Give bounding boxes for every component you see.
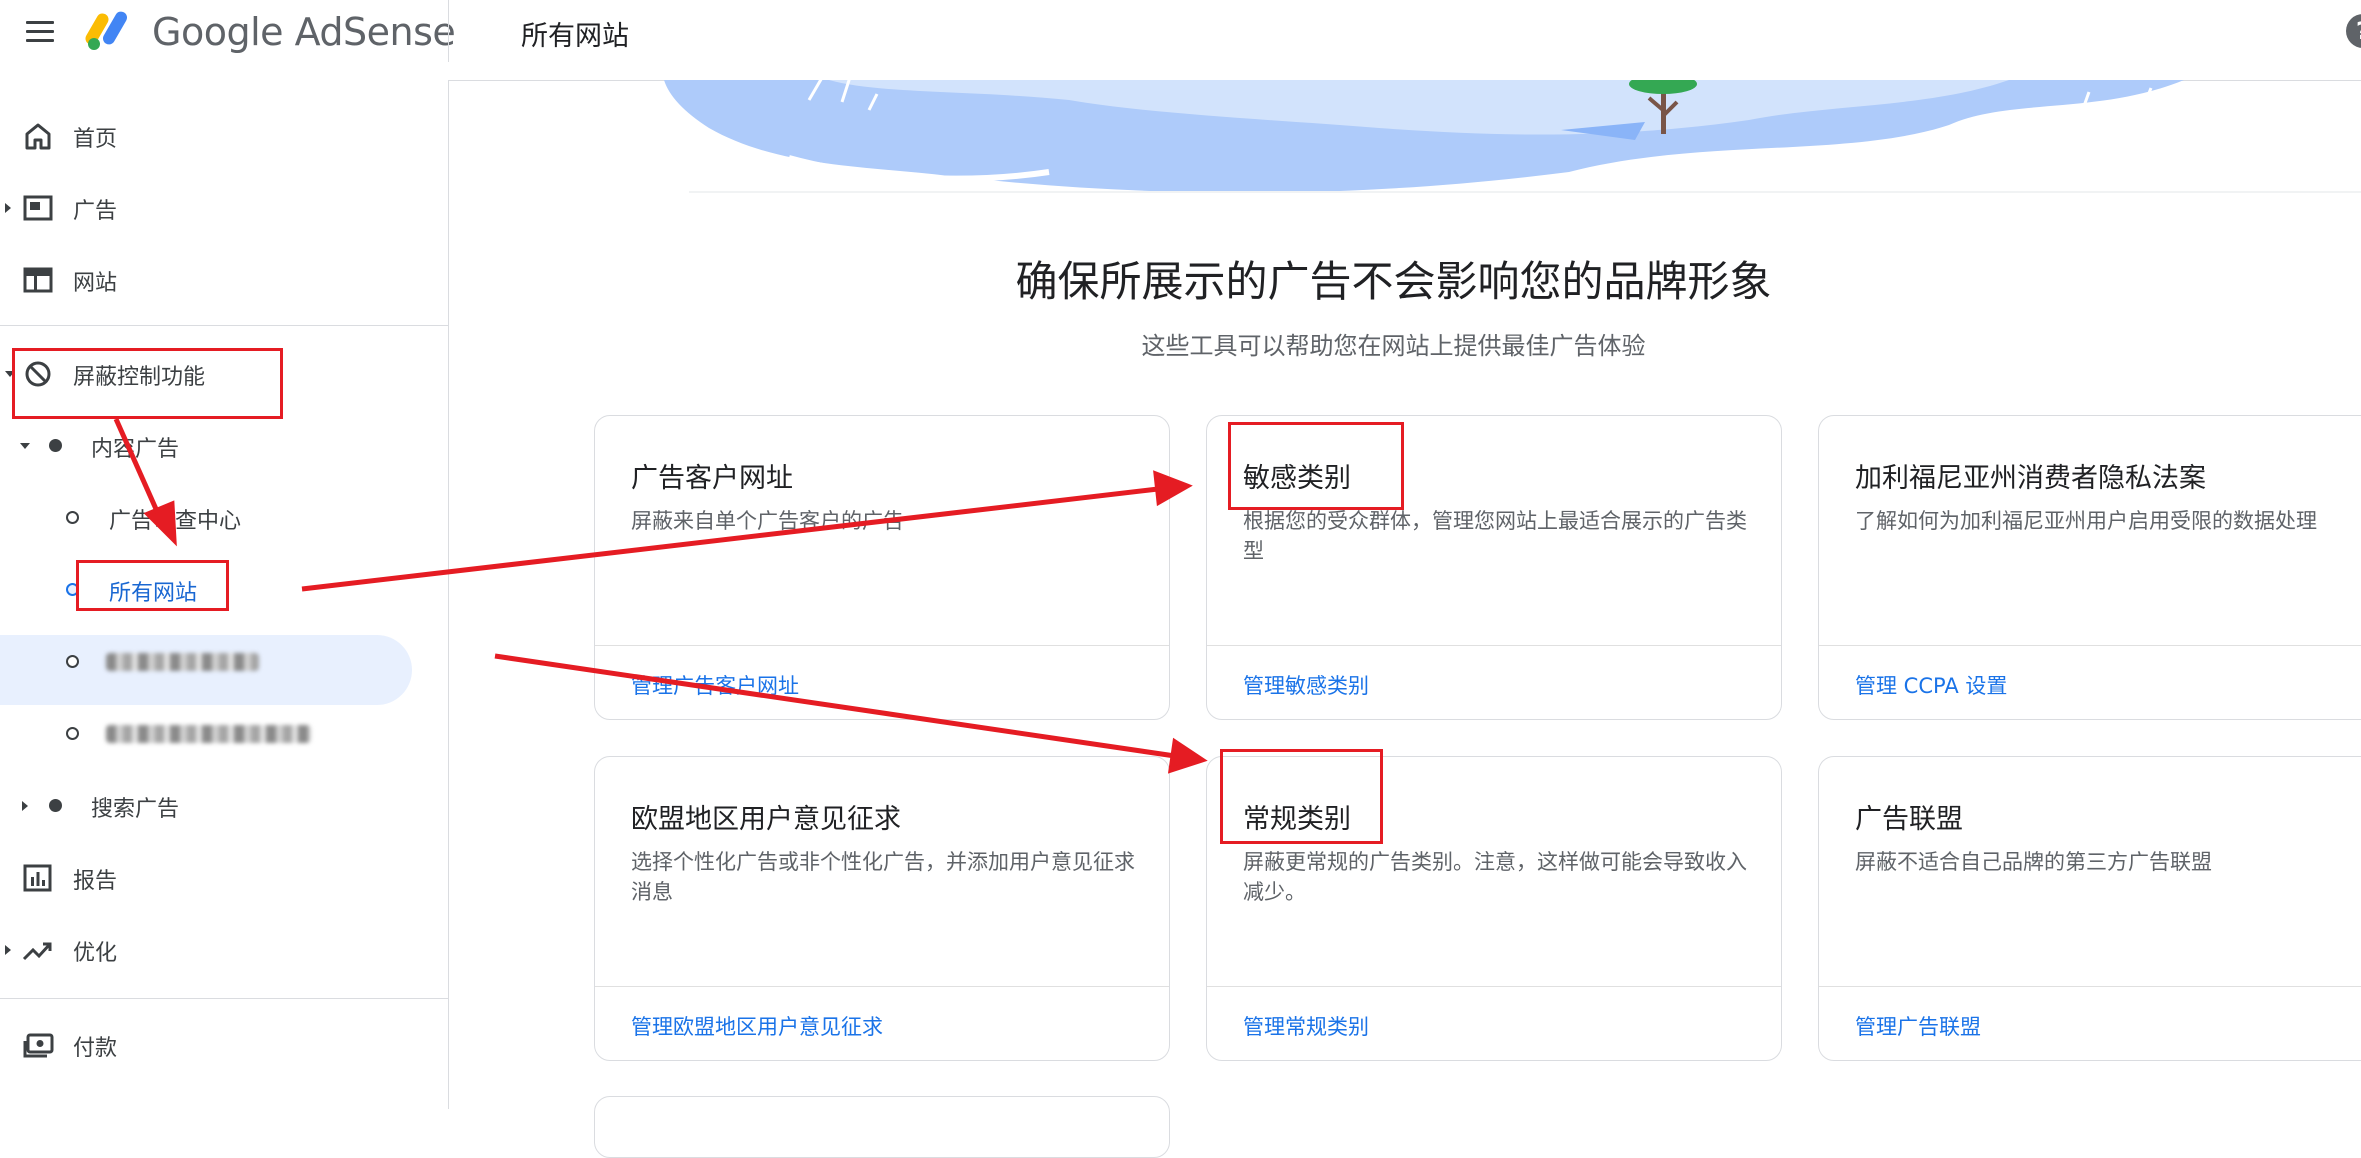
top-app-bar: Google AdSense 所有网站 ? [0, 0, 2361, 81]
sidebar-divider [0, 325, 448, 326]
sidebar-item-label: 广告 [73, 199, 118, 224]
home-icon [25, 123, 51, 150]
report-icon [23, 864, 52, 892]
expand-caret-icon [5, 203, 11, 213]
sidebar-item-label: 报告 [73, 869, 118, 894]
card-divider [1819, 986, 2361, 987]
sidebar-item-payments[interactable]: 付款 [0, 1014, 448, 1074]
sidebar-item-content-ads[interactable]: 内容广告 [0, 415, 448, 475]
manage-general-categories-link[interactable]: 管理常规类别 [1243, 1011, 1369, 1041]
card-description: 选择个性化广告或非个性化广告，并添加用户意见征求消息 [631, 850, 1135, 904]
manage-advertiser-urls-link[interactable]: 管理广告客户网址 [631, 670, 799, 700]
card-divider [1207, 645, 1781, 646]
card-divider [1819, 645, 2361, 646]
brand-name: Google AdSense [152, 10, 456, 54]
sidebar-item-label: 优化 [73, 941, 118, 966]
menu-icon[interactable] [18, 10, 62, 54]
expand-caret-icon [5, 945, 11, 955]
circle-icon [66, 655, 79, 668]
ads-icon [23, 195, 53, 221]
sidebar-item-search-ads[interactable]: 搜索广告 [0, 775, 448, 835]
card-title: 欧盟地区用户意见征求 [631, 804, 901, 835]
annotation-box-all-sites [76, 560, 229, 611]
manage-sensitive-categories-link[interactable]: 管理敏感类别 [1243, 670, 1369, 700]
circle-icon [66, 511, 79, 524]
card-ad-networks: 广告联盟 屏蔽不适合自己品牌的第三方广告联盟 管理广告联盟 [1818, 756, 2361, 1061]
help-icon[interactable]: ? [2346, 14, 2361, 48]
card-title: 加利福尼亚州消费者隐私法案 [1855, 463, 2206, 494]
sites-icon [23, 267, 53, 293]
card-ccpa: 加利福尼亚州消费者隐私法案 了解如何为加利福尼亚州用户启用受限的数据处理 管理 … [1818, 415, 2361, 720]
circle-icon [66, 727, 79, 740]
card-description: 屏蔽更常规的广告类别。注意，这样做可能会导致收入减少。 [1243, 850, 1747, 904]
annotation-box-sensitive-categories [1228, 422, 1404, 510]
sidebar-item-label: 搜索广告 [91, 797, 180, 822]
card-divider [1207, 986, 1781, 987]
bullet-icon [49, 799, 62, 812]
collapse-caret-icon [20, 443, 30, 449]
card-divider [595, 986, 1169, 987]
redacted-site-name [106, 653, 259, 671]
sidebar-item-site-redacted-2[interactable] [0, 703, 448, 763]
redacted-site-name [106, 725, 311, 743]
adsense-logo-icon [85, 11, 127, 50]
trend-icon [22, 942, 52, 961]
sidebar-item-reports[interactable]: 报告 [0, 847, 448, 907]
sidebar-item-ads[interactable]: 广告 [0, 177, 448, 237]
sidebar-item-optimization[interactable]: 优化 [0, 919, 448, 979]
sidebar-item-site-redacted-1[interactable] [0, 631, 448, 691]
manage-ccpa-settings-link[interactable]: 管理 CCPA 设置 [1855, 670, 2007, 700]
card-description: 了解如何为加利福尼亚州用户启用受限的数据处理 [1855, 509, 2317, 533]
page-title: 所有网站 [521, 21, 629, 52]
arrowhead-icon [1167, 737, 1208, 774]
header-divider [448, 0, 449, 62]
annotation-box-general-categories [1220, 749, 1383, 844]
payments-icon [23, 1033, 54, 1058]
sidebar-item-ad-review-center[interactable]: 广告审查中心 [0, 487, 448, 547]
card-description: 屏蔽来自单个广告客户的广告 [631, 509, 904, 533]
manage-eu-consent-link[interactable]: 管理欧盟地区用户意见征求 [631, 1011, 883, 1041]
sidebar-item-label: 广告审查中心 [109, 509, 242, 534]
sidebar-item-label: 首页 [73, 127, 118, 152]
bullet-icon [49, 439, 62, 452]
card-title: 广告客户网址 [631, 463, 793, 494]
card-partial [594, 1096, 1170, 1158]
sidebar-item-label: 付款 [73, 1036, 118, 1061]
card-description: 屏蔽不适合自己品牌的第三方广告联盟 [1855, 850, 2212, 874]
hero-illustration [664, 80, 2361, 193]
manage-ad-networks-link[interactable]: 管理广告联盟 [1855, 1011, 1981, 1041]
expand-caret-icon [22, 801, 28, 811]
page-subheadline: 这些工具可以帮助您在网站上提供最佳广告体验 [1141, 332, 1646, 360]
card-divider [595, 645, 1169, 646]
sidebar-item-label: 内容广告 [91, 437, 180, 462]
sidebar-item-home[interactable]: 首页 [0, 105, 448, 165]
sidebar-item-label: 网站 [73, 271, 118, 296]
sidebar-divider [0, 998, 448, 999]
sidebar-item-sites[interactable]: 网站 [0, 249, 448, 309]
annotation-box-blocking-controls [12, 348, 283, 419]
card-description: 根据您的受众群体，管理您网站上最适合展示的广告类型 [1243, 509, 1747, 563]
page-headline: 确保所展示的广告不会影响您的品牌形象 [1015, 257, 1772, 306]
card-advertiser-urls: 广告客户网址 屏蔽来自单个广告客户的广告 管理广告客户网址 [594, 415, 1170, 720]
card-title: 广告联盟 [1855, 804, 1963, 835]
card-eu-user-consent: 欧盟地区用户意见征求 选择个性化广告或非个性化广告，并添加用户意见征求消息 管理… [594, 756, 1170, 1061]
